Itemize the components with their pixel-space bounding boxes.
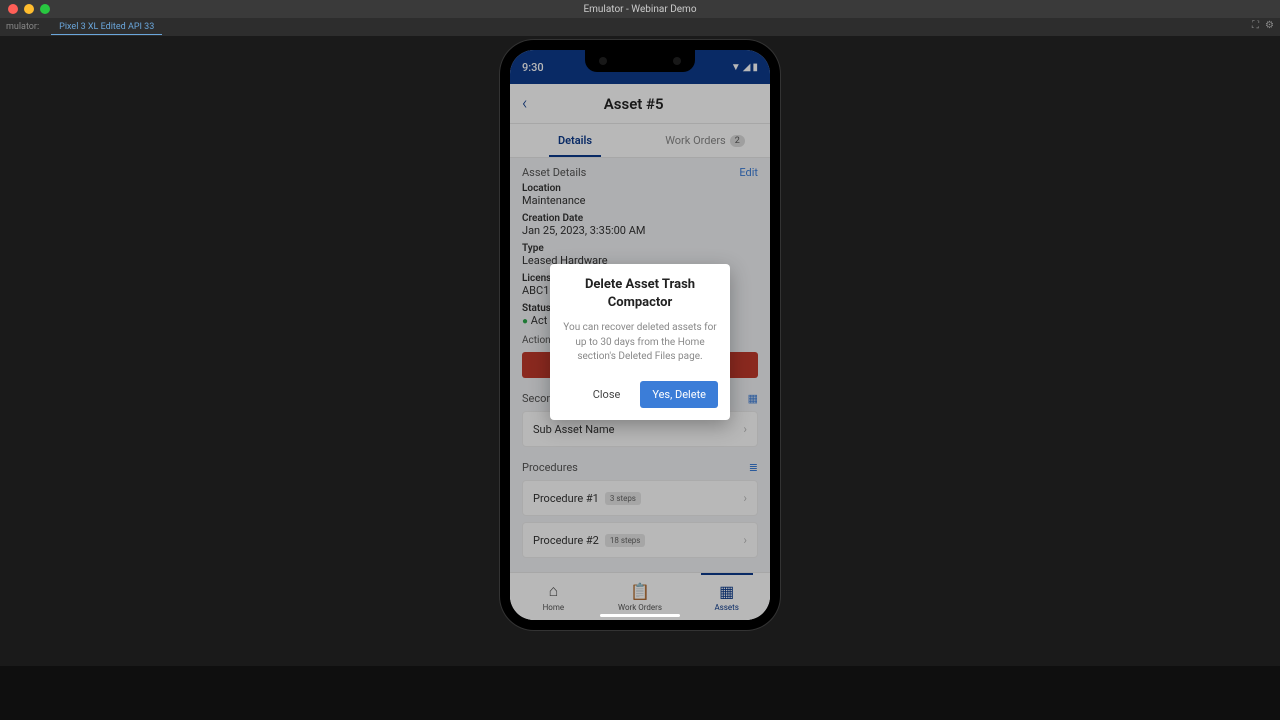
gear-icon[interactable]: ⚙ [1265, 20, 1274, 31]
emulator-canvas: 9:30 ▼ ◢ ▮ ‹ Asset #5 Details Work Order… [0, 36, 1280, 720]
phone-frame: 9:30 ▼ ◢ ▮ ‹ Asset #5 Details Work Order… [500, 40, 780, 630]
dialog-message: You can recover deleted assets for up to… [562, 321, 718, 365]
ide-tabbar: mulator: Pixel 3 XL Edited API 33 [0, 18, 1280, 36]
gesture-bar[interactable] [600, 614, 680, 617]
ide-label: mulator: [6, 22, 39, 32]
close-button[interactable]: Close [581, 381, 633, 408]
close-window-dot[interactable] [8, 4, 18, 14]
delete-confirm-dialog: Delete Asset Trash Compactor You can rec… [550, 264, 730, 420]
confirm-delete-button[interactable]: Yes, Delete [640, 381, 718, 408]
dialog-actions: Close Yes, Delete [562, 381, 718, 408]
ide-right-controls: ⛶ ⚙ [1252, 20, 1274, 31]
dialog-title: Delete Asset Trash Compactor [562, 276, 718, 311]
macos-titlebar: Emulator - Webinar Demo [0, 0, 1280, 18]
ide-device-tab[interactable]: Pixel 3 XL Edited API 33 [51, 20, 162, 35]
maximize-window-dot[interactable] [40, 4, 50, 14]
expand-icon[interactable]: ⛶ [1252, 20, 1259, 31]
minimize-window-dot[interactable] [24, 4, 34, 14]
desktop-dock-strip [0, 666, 1280, 720]
phone-screen: 9:30 ▼ ◢ ▮ ‹ Asset #5 Details Work Order… [510, 50, 770, 620]
window-title: Emulator - Webinar Demo [583, 4, 696, 15]
